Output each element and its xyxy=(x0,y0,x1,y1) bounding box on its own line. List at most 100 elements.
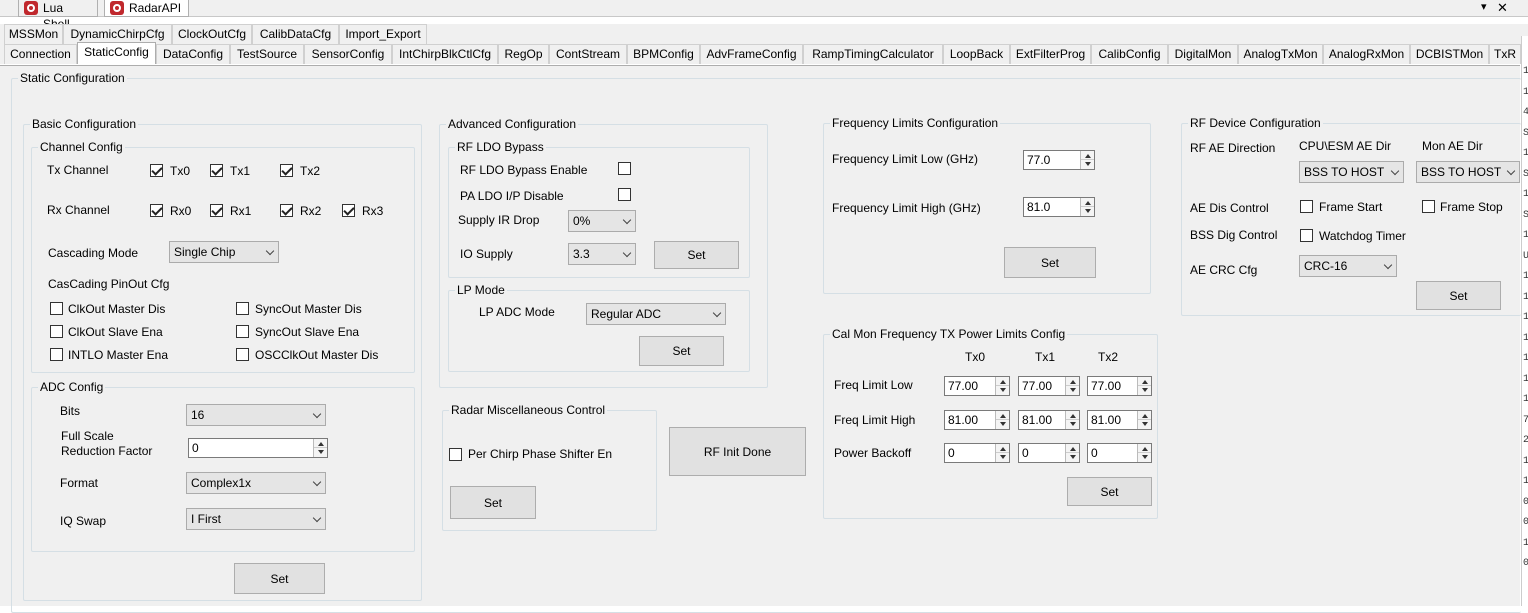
rx0-checkbox[interactable] xyxy=(150,204,163,217)
format-value: Complex1x xyxy=(191,476,252,490)
freq-high-tx2-spinner[interactable]: 81.00 xyxy=(1087,410,1152,430)
spin-arrows-icon[interactable] xyxy=(1065,377,1079,395)
per-chirp-phase-shifter-checkbox[interactable] xyxy=(449,448,462,461)
spin-arrows-icon[interactable] xyxy=(995,411,1009,429)
rf-ldo-set-button[interactable]: Set xyxy=(654,241,739,269)
clkout-master-dis-checkbox[interactable] xyxy=(50,302,63,315)
freq-low-tx2-spinner[interactable]: 77.00 xyxy=(1087,376,1152,396)
cascading-mode-select[interactable]: Single Chip xyxy=(169,241,279,263)
tab-extfilterprog[interactable]: ExtFilterProg xyxy=(1010,44,1091,64)
spin-arrows-icon[interactable] xyxy=(995,377,1009,395)
spin-arrows-icon[interactable] xyxy=(313,439,327,457)
spin-arrows-icon[interactable] xyxy=(1065,411,1079,429)
frequency-limit-low-spinner[interactable]: 77.0 xyxy=(1023,150,1095,170)
iq-swap-select[interactable]: I First xyxy=(186,508,326,530)
bits-select[interactable]: 16 xyxy=(186,404,326,426)
rf-ae-direction-label: RF AE Direction xyxy=(1190,141,1276,155)
doc-tab-label: RadarAPI xyxy=(129,1,182,15)
tx0-checkbox[interactable] xyxy=(150,164,163,177)
frame-stop-checkbox[interactable] xyxy=(1422,200,1435,213)
glyph: 1 xyxy=(1523,472,1528,493)
mon-ae-dir-select[interactable]: BSS TO HOST xyxy=(1416,161,1520,183)
intlo-master-ena-checkbox[interactable] xyxy=(50,348,63,361)
backoff-tx2-spinner[interactable]: 0 xyxy=(1087,443,1152,463)
pa-ldo-disable-checkbox[interactable] xyxy=(618,188,631,201)
tab-mssmon[interactable]: MSSMon xyxy=(4,24,63,44)
rx3-checkbox[interactable] xyxy=(342,204,355,217)
tab-contstream[interactable]: ContStream xyxy=(549,44,627,64)
doc-tab-lua-shell[interactable]: Lua Shell xyxy=(18,0,98,31)
tab-testsource[interactable]: TestSource xyxy=(230,44,304,64)
tab-connection[interactable]: Connection xyxy=(4,44,77,64)
spin-arrows-icon[interactable] xyxy=(1080,198,1094,216)
tab-calibdatacfg[interactable]: CalibDataCfg xyxy=(252,24,339,44)
tx2-checkbox[interactable] xyxy=(280,164,293,177)
tab-sensorconfig[interactable]: SensorConfig xyxy=(304,44,392,64)
tab-dynamicchirpcfg[interactable]: DynamicChirpCfg xyxy=(63,24,172,44)
tx1-checkbox[interactable] xyxy=(210,164,223,177)
doc-tab-radarapi[interactable]: RadarAPI xyxy=(104,0,189,17)
frequency-limit-low-value: 77.0 xyxy=(1027,153,1051,167)
clkout-slave-ena-checkbox[interactable] xyxy=(50,325,63,338)
cpu-esm-ae-dir-select[interactable]: BSS TO HOST xyxy=(1299,161,1404,183)
advanced-configuration-group: Advanced Configuration RF LDO Bypass RF … xyxy=(439,117,768,388)
spin-arrows-icon[interactable] xyxy=(1137,444,1151,462)
rx1-checkbox[interactable] xyxy=(210,204,223,217)
lp-adc-mode-select[interactable]: Regular ADC xyxy=(586,303,726,325)
rf-ldo-bypass-enable-checkbox[interactable] xyxy=(618,162,631,175)
ae-crc-cfg-select[interactable]: CRC-16 xyxy=(1299,255,1397,277)
fsrf-spinner[interactable]: 0 xyxy=(188,438,328,458)
window-list-dropdown-icon[interactable]: ▾ xyxy=(1481,0,1487,15)
frequency-limit-high-label: Frequency Limit High (GHz) xyxy=(832,201,981,215)
tab-advframeconfig[interactable]: AdvFrameConfig xyxy=(700,44,803,64)
tab-clockoutcfg[interactable]: ClockOutCfg xyxy=(172,24,252,44)
tab-import-export[interactable]: Import_Export xyxy=(339,24,427,44)
tab-calibconfig[interactable]: CalibConfig xyxy=(1091,44,1168,64)
oscclkout-master-dis-checkbox[interactable] xyxy=(236,348,249,361)
tab-dataconfig[interactable]: DataConfig xyxy=(156,44,230,64)
spin-arrows-icon[interactable] xyxy=(1137,377,1151,395)
spin-arrows-icon[interactable] xyxy=(1065,444,1079,462)
tab-intchirpblkctlcfg[interactable]: IntChirpBlkCtlCfg xyxy=(392,44,498,64)
freq-high-tx0-spinner[interactable]: 81.00 xyxy=(944,410,1010,430)
syncout-master-dis-checkbox[interactable] xyxy=(236,302,249,315)
basic-set-button[interactable]: Set xyxy=(234,563,325,594)
tab-analogtxmon[interactable]: AnalogTxMon xyxy=(1238,44,1323,64)
lp-mode-set-button[interactable]: Set xyxy=(639,336,724,366)
radar-misc-set-button[interactable]: Set xyxy=(450,486,536,519)
frame-start-checkbox[interactable] xyxy=(1300,200,1313,213)
watchdog-timer-checkbox[interactable] xyxy=(1300,229,1313,242)
backoff-tx1-value: 0 xyxy=(1022,446,1029,460)
glyph: 1 xyxy=(1523,452,1528,473)
spin-arrows-icon[interactable] xyxy=(995,444,1009,462)
tab-digitalmon[interactable]: DigitalMon xyxy=(1168,44,1238,64)
tab-ramptimingcalculator[interactable]: RampTimingCalculator xyxy=(803,44,943,64)
tab-regop[interactable]: RegOp xyxy=(498,44,549,64)
frequency-limit-high-spinner[interactable]: 81.0 xyxy=(1023,197,1095,217)
calmon-set-button[interactable]: Set xyxy=(1067,477,1152,506)
rf-device-set-button[interactable]: Set xyxy=(1416,281,1501,310)
tab-dcbistmon[interactable]: DCBISTMon xyxy=(1410,44,1489,64)
tab-analogrxmon[interactable]: AnalogRxMon xyxy=(1323,44,1410,64)
freq-low-tx1-spinner[interactable]: 77.00 xyxy=(1018,376,1080,396)
spin-arrows-icon[interactable] xyxy=(1080,151,1094,169)
frame-stop-label: Frame Stop xyxy=(1440,200,1503,214)
supply-ir-drop-select[interactable]: 0% xyxy=(568,210,636,232)
backoff-tx1-spinner[interactable]: 0 xyxy=(1018,443,1080,463)
tab-loopback[interactable]: LoopBack xyxy=(943,44,1010,64)
radar-misc-group: Radar Miscellaneous Control Per Chirp Ph… xyxy=(442,403,657,531)
freq-low-tx0-spinner[interactable]: 77.00 xyxy=(944,376,1010,396)
tab-bpmconfig[interactable]: BPMConfig xyxy=(627,44,700,64)
syncout-slave-ena-checkbox[interactable] xyxy=(236,325,249,338)
close-icon[interactable]: ✕ xyxy=(1497,0,1508,15)
freq-high-tx1-spinner[interactable]: 81.00 xyxy=(1018,410,1080,430)
tab-staticconfig[interactable]: StaticConfig xyxy=(77,42,156,64)
format-select[interactable]: Complex1x xyxy=(186,472,326,494)
rx2-checkbox[interactable] xyxy=(280,204,293,217)
rf-init-done-button[interactable]: RF Init Done xyxy=(669,427,806,476)
spin-arrows-icon[interactable] xyxy=(1137,411,1151,429)
frequency-limits-set-button[interactable]: Set xyxy=(1004,247,1096,278)
tab-txr[interactable]: TxR xyxy=(1489,44,1521,64)
backoff-tx0-spinner[interactable]: 0 xyxy=(944,443,1010,463)
io-supply-select[interactable]: 3.3 xyxy=(568,243,636,265)
